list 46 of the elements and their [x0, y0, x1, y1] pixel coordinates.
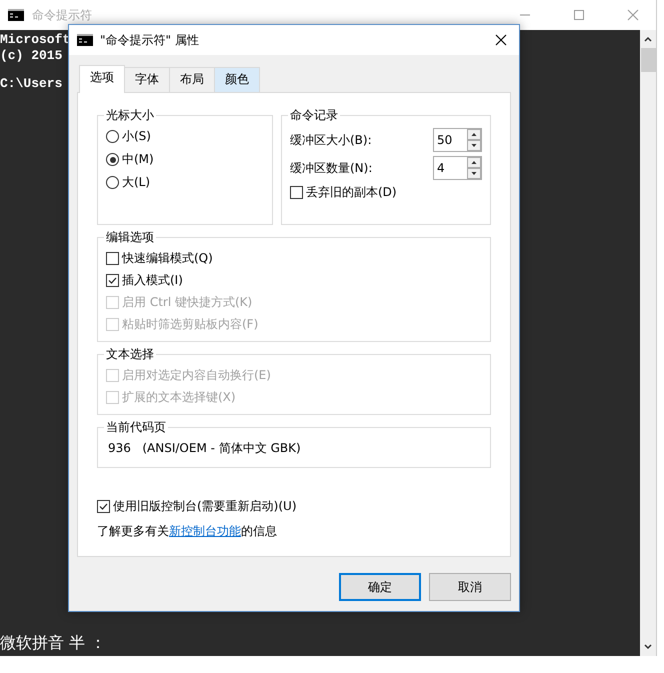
group-title: 文本选择 — [104, 347, 156, 361]
checkbox[interactable] — [106, 274, 119, 287]
radio-label: 中(M) — [122, 151, 154, 168]
checkbox[interactable] — [97, 500, 110, 513]
checkbox-label: 启用对选定内容自动换行(E) — [122, 367, 271, 384]
checkbox-label: 使用旧版控制台(需要重新启动)(U) — [113, 498, 297, 515]
link[interactable]: 新控制台功能 — [169, 524, 241, 538]
group-title: 当前代码页 — [104, 420, 168, 434]
close-icon[interactable] — [495, 34, 507, 46]
dialog-title: "命令提示符" 属性 — [100, 32, 199, 48]
group-title: 光标大小 — [104, 108, 156, 122]
scroll-up-icon[interactable] — [643, 35, 653, 43]
scroll-down-icon[interactable] — [643, 643, 653, 651]
window-title: 命令提示符 — [32, 6, 92, 24]
info-text: 了解更多有关新控制台功能的信息 — [97, 523, 278, 540]
radio-label: 大(L) — [122, 174, 150, 191]
checkbox-label: 丢弃旧的副本(D) — [306, 184, 397, 201]
maximize-icon[interactable] — [573, 9, 585, 21]
checkbox-label: 启用 Ctrl 键快捷方式(K) — [122, 294, 252, 311]
console-icon — [8, 9, 24, 21]
group-title: 命令记录 — [288, 108, 340, 122]
console-line: (c) 2015 — [0, 48, 62, 64]
checkbox-label: 插入模式(I) — [122, 272, 183, 289]
radio-button[interactable] — [106, 153, 119, 166]
field-label: 缓冲区数量(N): — [290, 160, 372, 176]
console-line: C:\Users — [0, 76, 62, 92]
dialog-button[interactable]: 确定 — [339, 573, 421, 601]
console-icon — [77, 34, 93, 46]
checkbox-label: 粘贴时筛选剪贴板内容(F) — [122, 316, 258, 333]
tab[interactable]: 颜色 — [214, 67, 260, 92]
checkbox[interactable] — [290, 186, 303, 199]
checkbox[interactable] — [106, 252, 119, 265]
console-line: Microsoft — [0, 32, 70, 48]
checkbox-label: 扩展的文本选择键(X) — [122, 389, 236, 406]
dialog-button[interactable]: 取消 — [429, 573, 511, 601]
group-title: 编辑选项 — [104, 230, 156, 244]
field-label: 缓冲区大小(B): — [290, 132, 372, 148]
code-page-value: 936 (ANSI/OEM - 简体中文 GBK) — [108, 440, 302, 457]
checkbox-label: 快速编辑模式(Q) — [122, 250, 213, 267]
radio-button[interactable] — [106, 130, 119, 143]
scroll-thumb[interactable] — [640, 48, 656, 72]
tab[interactable]: 选项 — [79, 65, 125, 93]
radio-label: 小(S) — [122, 128, 151, 145]
radio-button[interactable] — [106, 176, 119, 189]
ime-status: 微软拼音 半 ： — [0, 633, 106, 654]
scrollbar[interactable] — [640, 30, 656, 656]
